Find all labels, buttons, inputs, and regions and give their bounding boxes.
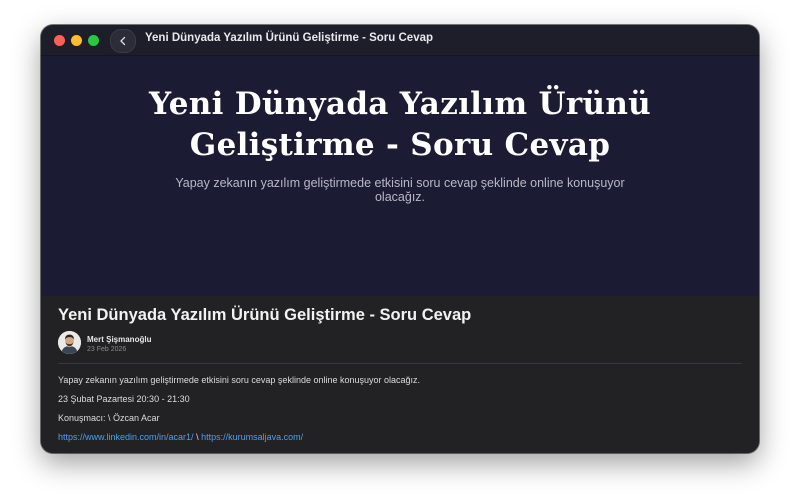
post-title: Yeni Dünyada Yazılım Ürünü Geliştirme - … [58,306,472,324]
app-window: Yeni Dünyada Yazılım Ürünü Geliştirme - … [41,25,759,453]
minimize-window-button[interactable] [71,35,82,46]
website-link[interactable]: https://kurumsaljava.com/ [201,432,303,442]
avatar [58,331,81,354]
post-paragraph-description: Yapay zekanın yazılım geliştirmede etkis… [58,375,421,385]
hero-title: Yeni Dünyada Yazılım Ürünü Geliştirme - … [101,84,699,166]
post-content: Yeni Dünyada Yazılım Ürünü Geliştirme - … [41,296,759,453]
chevron-left-icon [120,36,126,46]
close-window-button[interactable] [54,35,65,46]
author-avatar-icon [58,331,81,354]
post-links: https://www.linkedin.com/in/acar1/ \ htt… [58,432,303,442]
window-title: Yeni Dünyada Yazılım Ürünü Geliştirme - … [145,32,434,44]
title-bar: Yeni Dünyada Yazılım Ürünü Geliştirme - … [41,25,759,56]
post-paragraph-schedule: 23 Şubat Pazartesi 20:30 - 21:30 [58,394,190,404]
hero-title-line-1: Yeni Dünyada Yazılım Ürünü [149,86,651,122]
author-name: Mert Şişmanoğlu [87,335,152,344]
post-date: 23 Feb 2026 [87,346,127,353]
divider [58,363,742,364]
hero-subtitle: Yapay zekanın yazılım geliştirmede etkis… [175,176,625,204]
hero-title-line-2: Geliştirme - Soru Cevap [189,127,611,163]
link-separator: \ [193,432,202,442]
hero-banner: Yeni Dünyada Yazılım Ürünü Geliştirme - … [41,56,759,296]
zoom-window-button[interactable] [88,35,99,46]
post-paragraph-speaker: Konuşmacı: \ Özcan Acar [58,413,160,423]
linkedin-link[interactable]: https://www.linkedin.com/in/acar1/ [58,432,194,442]
back-button[interactable] [110,29,136,53]
